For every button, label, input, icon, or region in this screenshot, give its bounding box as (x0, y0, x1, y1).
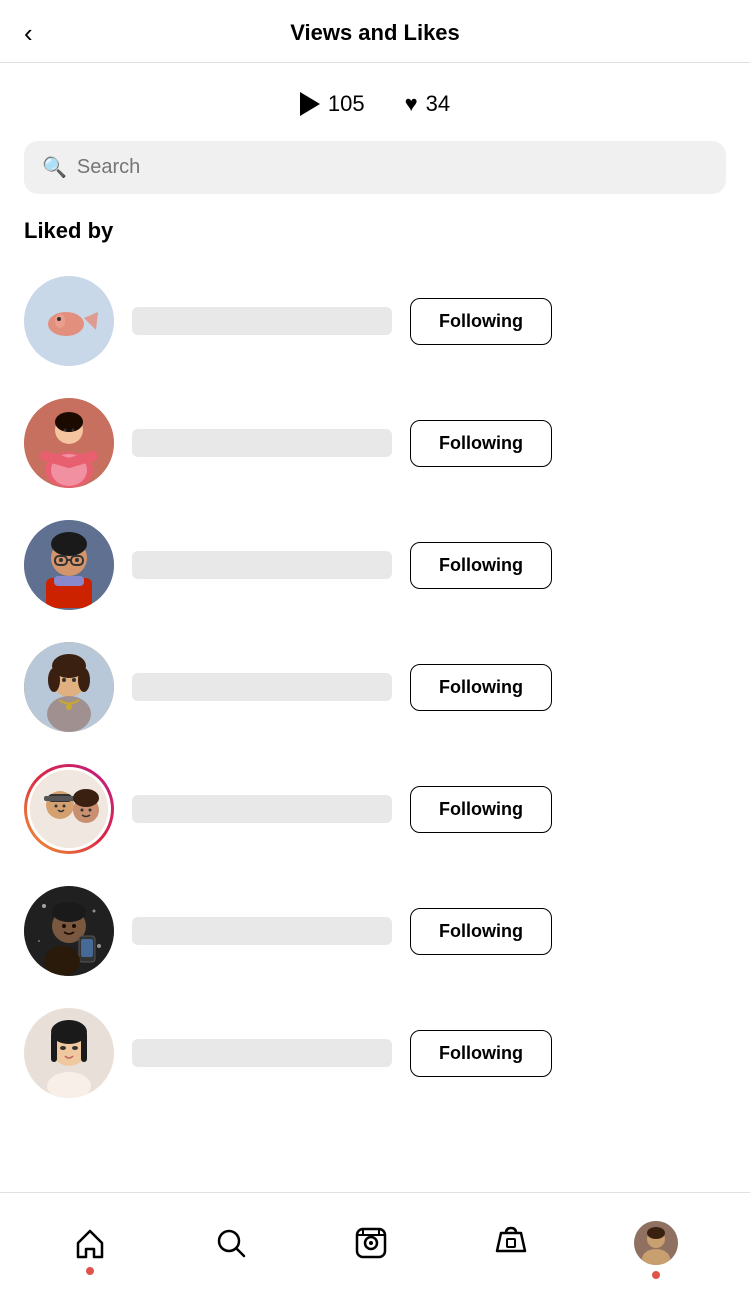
list-item: Following (24, 626, 726, 748)
back-button[interactable]: ‹ (24, 18, 33, 49)
avatar (24, 276, 114, 366)
likes-stat: ♥ 34 (405, 91, 451, 117)
following-button[interactable]: Following (410, 908, 552, 955)
avatar (24, 642, 114, 732)
list-item: Following (24, 748, 726, 870)
following-button[interactable]: Following (410, 420, 552, 467)
nav-indicator (652, 1271, 660, 1279)
play-icon (300, 92, 320, 116)
bottom-nav (0, 1192, 750, 1292)
shop-icon (493, 1225, 529, 1261)
avatar (24, 886, 114, 976)
home-icon (72, 1225, 108, 1261)
following-button[interactable]: Following (410, 786, 552, 833)
user-list: Following Following (0, 260, 750, 1114)
views-count: 105 (328, 91, 365, 117)
nav-home[interactable] (72, 1225, 108, 1261)
page-title: Views and Likes (290, 20, 460, 46)
nav-search[interactable] (213, 1225, 249, 1261)
following-button[interactable]: Following (410, 1030, 552, 1077)
nav-reels[interactable] (353, 1225, 389, 1261)
likes-count: 34 (426, 91, 450, 117)
avatar (24, 520, 114, 610)
nav-profile[interactable] (634, 1221, 678, 1265)
following-button[interactable]: Following (410, 664, 552, 711)
header: ‹ Views and Likes (0, 0, 750, 63)
search-box: 🔍 (24, 141, 726, 194)
heart-icon: ♥ (405, 91, 418, 117)
list-item: Following (24, 870, 726, 992)
stats-row: 105 ♥ 34 (0, 63, 750, 141)
list-item: Following (24, 992, 726, 1114)
username-placeholder (132, 917, 392, 945)
avatar (24, 764, 114, 854)
avatar (24, 1008, 114, 1098)
search-icon (213, 1225, 249, 1261)
username-placeholder (132, 673, 392, 701)
following-button[interactable]: Following (410, 298, 552, 345)
list-item: Following (24, 260, 726, 382)
username-placeholder (132, 429, 392, 457)
reels-icon (353, 1225, 389, 1261)
username-placeholder (132, 795, 392, 823)
search-input[interactable] (77, 156, 708, 179)
section-liked-by: Liked by (0, 218, 750, 260)
nav-indicator (86, 1267, 94, 1275)
search-icon: 🔍 (42, 155, 67, 180)
username-placeholder (132, 307, 392, 335)
avatar (24, 398, 114, 488)
profile-avatar (634, 1221, 678, 1265)
search-container: 🔍 (0, 141, 750, 218)
nav-shop[interactable] (493, 1225, 529, 1261)
views-stat: 105 (300, 91, 365, 117)
list-item: Following (24, 382, 726, 504)
list-item: Following (24, 504, 726, 626)
username-placeholder (132, 551, 392, 579)
following-button[interactable]: Following (410, 542, 552, 589)
username-placeholder (132, 1039, 392, 1067)
